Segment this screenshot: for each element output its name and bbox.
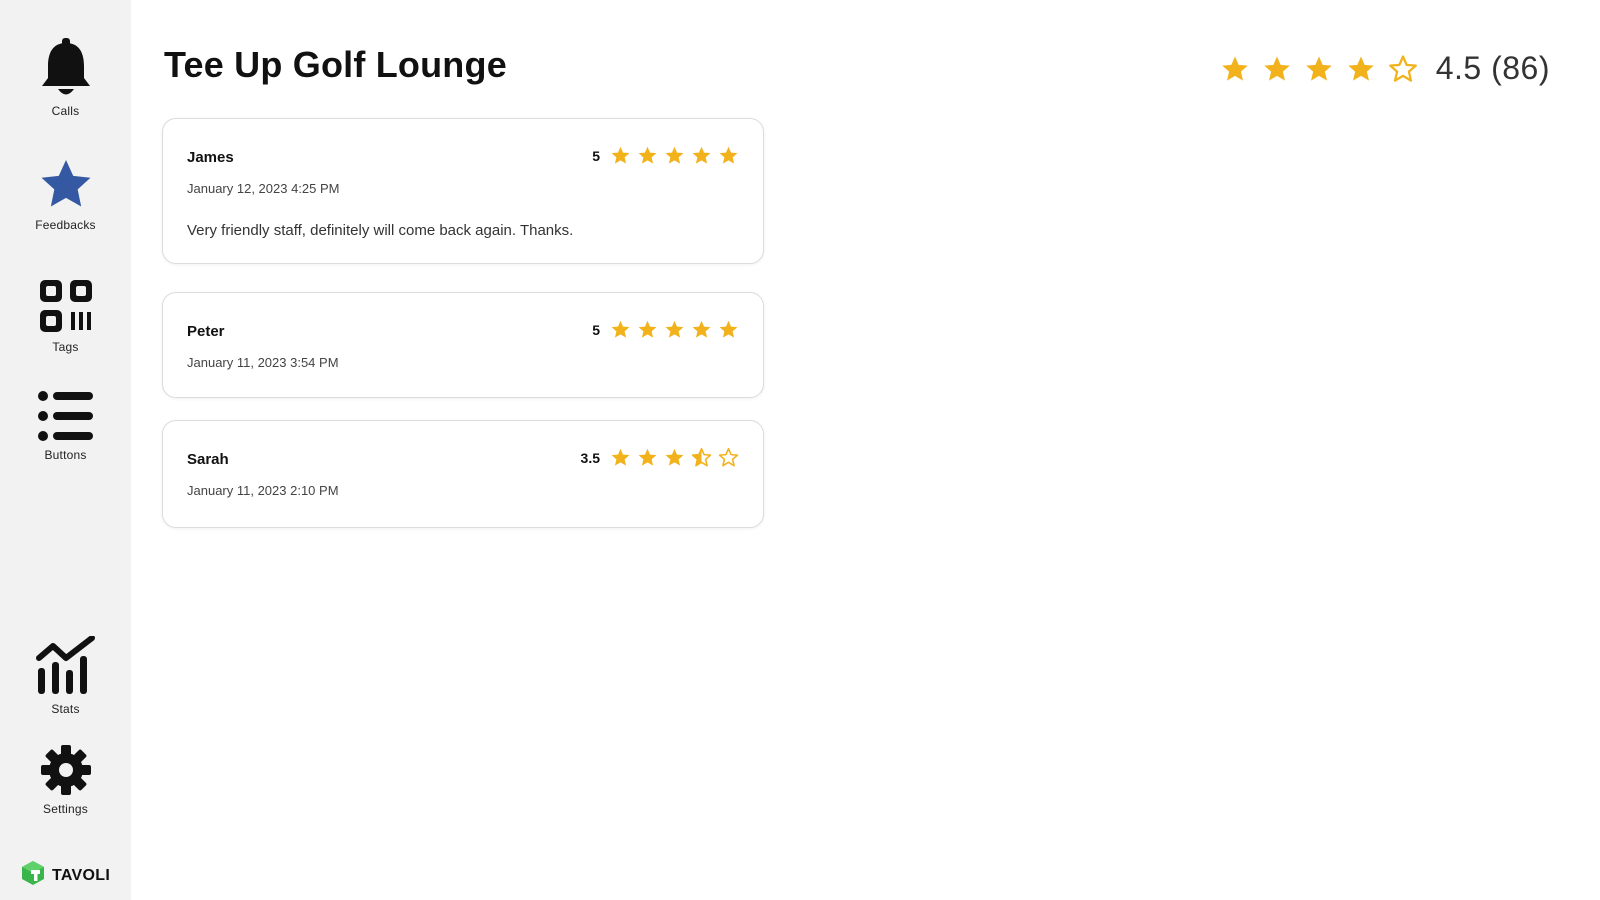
star-filled-icon — [1346, 54, 1376, 84]
star-empty-icon — [1388, 54, 1418, 84]
star-filled-icon — [1304, 54, 1334, 84]
star-icon — [38, 158, 94, 212]
review-rating: 5 — [592, 145, 739, 166]
review-rating: 5 — [592, 319, 739, 340]
star-filled-icon — [610, 447, 631, 468]
review-stars — [610, 447, 739, 468]
sidebar-item-label: Stats — [51, 702, 80, 716]
sidebar-item-tags[interactable]: Tags — [0, 278, 131, 354]
review-comment: Very friendly staff, definitely will com… — [187, 222, 574, 239]
review-card[interactable]: Sarah 3.5 January 11, 2023 2:10 PM — [162, 420, 764, 528]
review-rating: 3.5 — [581, 447, 739, 468]
sidebar-item-settings[interactable]: Settings — [0, 744, 131, 816]
brand-logo: TAVOLI — [20, 860, 110, 891]
app-root: Calls Feedbacks Tags Buttons Stats Setti… — [0, 0, 1600, 900]
star-filled-icon — [718, 319, 739, 340]
page-title: Tee Up Golf Lounge — [164, 44, 507, 85]
review-score: 5 — [592, 321, 600, 338]
sidebar-item-calls[interactable]: Calls — [0, 38, 131, 118]
star-filled-icon — [610, 145, 631, 166]
sidebar-item-label: Calls — [51, 104, 80, 118]
star-filled-icon — [1262, 54, 1292, 84]
star-filled-icon — [664, 319, 685, 340]
sidebar-item-feedbacks[interactable]: Feedbacks — [0, 158, 131, 232]
sidebar-item-stats[interactable]: Stats — [0, 636, 131, 716]
star-empty-icon — [718, 447, 739, 468]
sidebar-item-label: Tags — [52, 340, 79, 354]
sidebar: Calls Feedbacks Tags Buttons Stats Setti… — [0, 0, 131, 900]
star-filled-icon — [637, 319, 658, 340]
review-date: January 11, 2023 3:54 PM — [187, 355, 339, 370]
review-stars — [610, 319, 739, 340]
review-score: 5 — [592, 147, 600, 164]
reviewer-name: Peter — [187, 323, 225, 340]
star-filled-icon — [664, 145, 685, 166]
bell-icon — [40, 38, 92, 98]
star-filled-icon — [637, 145, 658, 166]
sidebar-item-label: Settings — [43, 802, 88, 816]
sidebar-item-label: Buttons — [44, 448, 87, 462]
brand-name: TAVOLI — [52, 866, 111, 884]
list-icon — [37, 390, 95, 442]
overall-rating-stars — [1220, 54, 1418, 84]
reviewer-name: Sarah — [187, 451, 229, 468]
star-half-icon — [691, 447, 712, 468]
review-date: January 12, 2023 4:25 PM — [187, 181, 340, 196]
review-card[interactable]: Peter 5 January 11, 2023 3:54 PM — [162, 292, 764, 398]
overall-rating: 4.5 (86) — [1220, 50, 1550, 87]
star-filled-icon — [691, 319, 712, 340]
star-filled-icon — [718, 145, 739, 166]
sidebar-item-buttons[interactable]: Buttons — [0, 390, 131, 462]
stats-chart-icon — [35, 636, 96, 696]
review-stars — [610, 145, 739, 166]
tavoli-logo-icon — [20, 860, 46, 891]
tags-grid-icon — [38, 278, 94, 334]
star-filled-icon — [610, 319, 631, 340]
star-filled-icon — [664, 447, 685, 468]
review-card[interactable]: James 5 January 12, 2023 4:25 PM Very fr… — [162, 118, 764, 264]
star-filled-icon — [1220, 54, 1250, 84]
star-filled-icon — [637, 447, 658, 468]
review-date: January 11, 2023 2:10 PM — [187, 483, 339, 498]
overall-rating-value: 4.5 (86) — [1435, 50, 1550, 86]
star-filled-icon — [691, 145, 712, 166]
review-score: 3.5 — [580, 449, 600, 466]
reviewer-name: James — [187, 149, 234, 166]
sidebar-item-label: Feedbacks — [35, 218, 96, 232]
gear-icon — [40, 744, 92, 796]
